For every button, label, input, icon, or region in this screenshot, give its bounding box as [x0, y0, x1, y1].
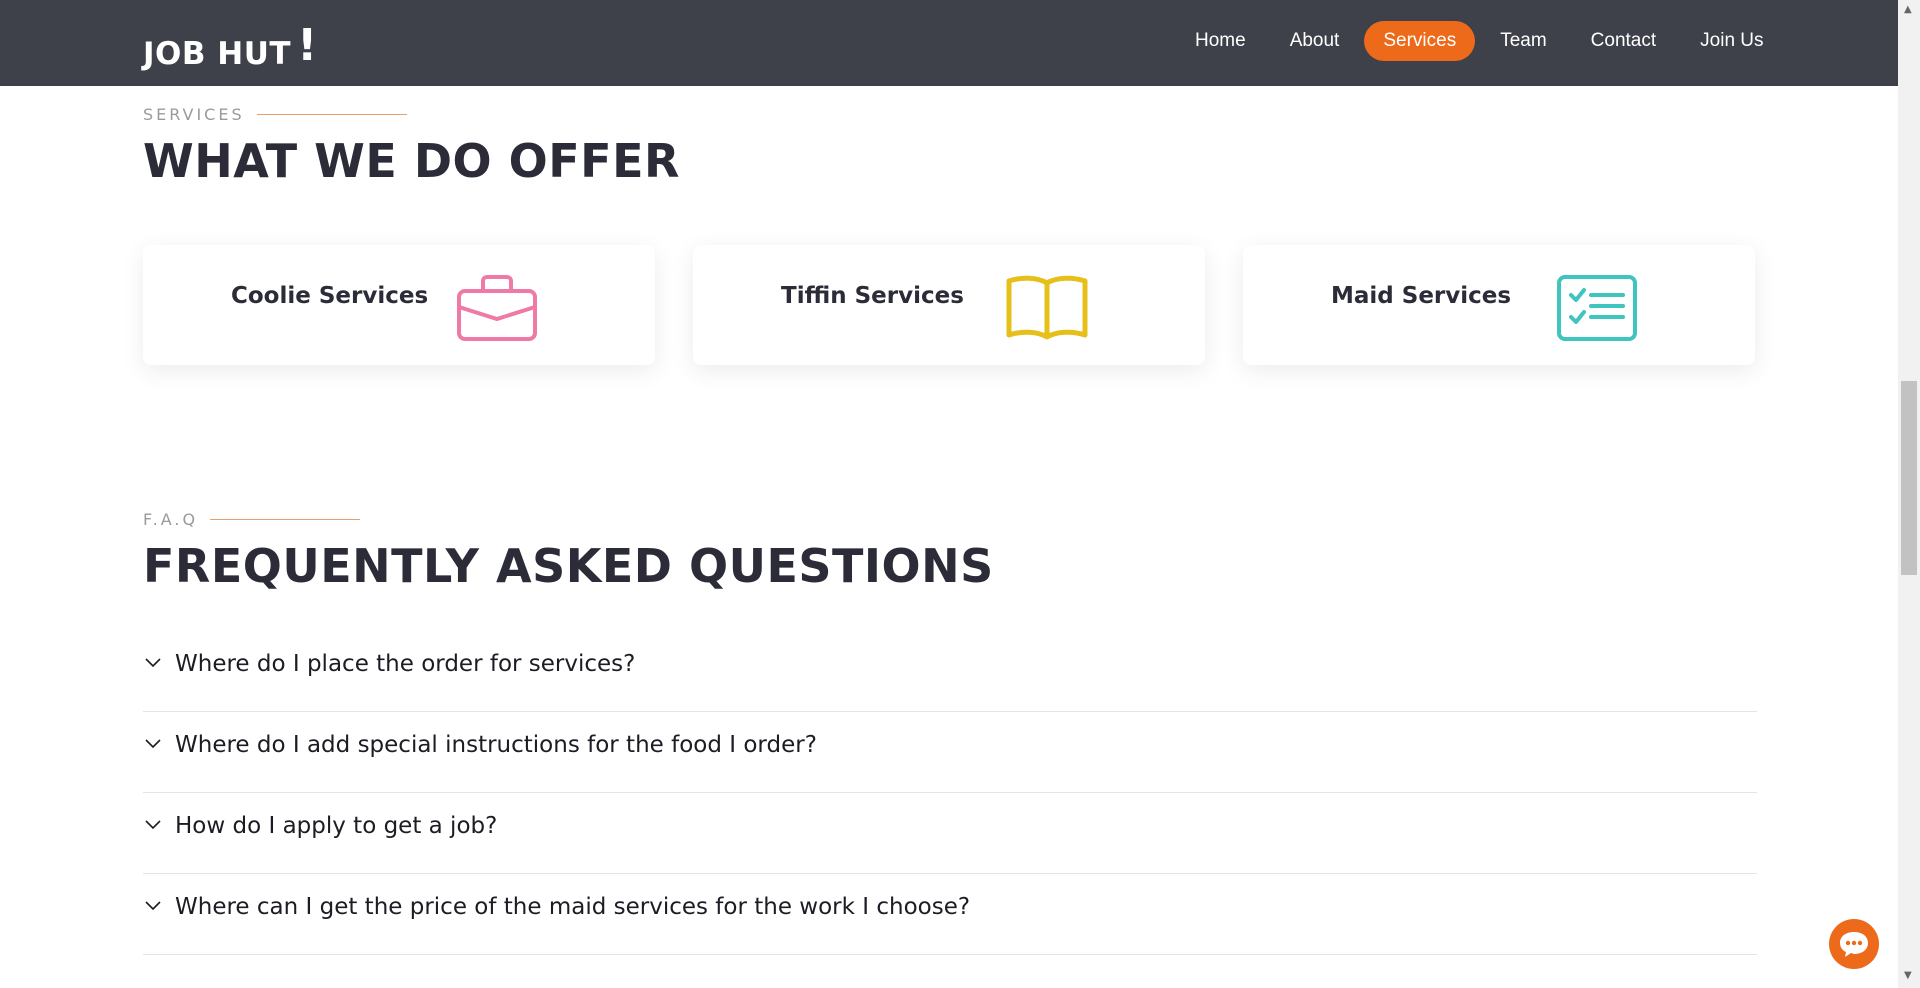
faq-question: Where can I get the price of the maid se… — [175, 894, 971, 920]
faq-item[interactable]: How do I apply to get a job? — [143, 793, 1757, 874]
page-scrollbar[interactable]: ▲ ▼ — [1898, 0, 1920, 988]
faq-heading: FREQUENTLY ASKED QUESTIONS — [143, 539, 994, 593]
services-eyebrow-text: SERVICES — [143, 105, 245, 124]
logo-mark: ! — [297, 20, 318, 71]
services-heading: WHAT WE DO OFFER — [143, 134, 680, 188]
faq-item[interactable]: Where do I place the order for services? — [143, 631, 1757, 712]
nav-join-us[interactable]: Join Us — [1681, 21, 1782, 61]
faq-question: Where do I place the order for services? — [175, 651, 636, 677]
nav-team[interactable]: Team — [1481, 21, 1565, 61]
chevron-down-icon — [145, 658, 161, 668]
eyebrow-divider — [210, 519, 361, 520]
faq-eyebrow: F.A.Q — [143, 510, 361, 529]
service-card-coolie[interactable]: Coolie Services — [143, 245, 655, 365]
service-card-title: Maid Services — [1331, 283, 1512, 309]
book-icon — [1006, 275, 1088, 340]
chevron-down-icon — [145, 901, 161, 911]
logo[interactable]: JOB HUT! — [143, 20, 318, 75]
nav-about[interactable]: About — [1271, 21, 1359, 61]
top-navbar: JOB HUT! Home About Services Team Contac… — [0, 0, 1898, 86]
service-card-maid[interactable]: Maid Services — [1243, 245, 1755, 365]
faq-list: Where do I place the order for services?… — [143, 631, 1757, 955]
faq-question: Where do I add special instructions for … — [175, 732, 817, 758]
service-card-title: Coolie Services — [231, 283, 429, 309]
services-eyebrow: SERVICES — [143, 105, 407, 124]
scroll-down-arrow-icon[interactable]: ▼ — [1904, 970, 1912, 981]
eyebrow-divider — [256, 114, 407, 115]
nav-contact[interactable]: Contact — [1572, 21, 1675, 61]
nav-home[interactable]: Home — [1176, 21, 1265, 61]
nav-services[interactable]: Services — [1364, 21, 1476, 61]
chat-button[interactable] — [1829, 919, 1879, 969]
faq-item[interactable]: Where can I get the price of the maid se… — [143, 874, 1757, 955]
service-card-title: Tiffin Services — [781, 283, 964, 309]
faq-question: How do I apply to get a job? — [175, 813, 498, 839]
chevron-down-icon — [145, 820, 161, 830]
main-nav: Home About Services Team Contact Join Us — [1170, 21, 1783, 61]
chevron-down-icon — [145, 739, 161, 749]
faq-eyebrow-text: F.A.Q — [143, 510, 199, 529]
checklist-icon — [1557, 275, 1637, 341]
logo-text: JOB HUT — [143, 36, 292, 72]
scroll-up-arrow-icon[interactable]: ▲ — [1904, 4, 1912, 15]
scrollbar-thumb[interactable] — [1901, 381, 1917, 575]
briefcase-icon — [457, 275, 537, 341]
service-card-tiffin[interactable]: Tiffin Services — [693, 245, 1205, 365]
chat-bubble-icon — [1840, 932, 1868, 957]
faq-item[interactable]: Where do I add special instructions for … — [143, 712, 1757, 793]
